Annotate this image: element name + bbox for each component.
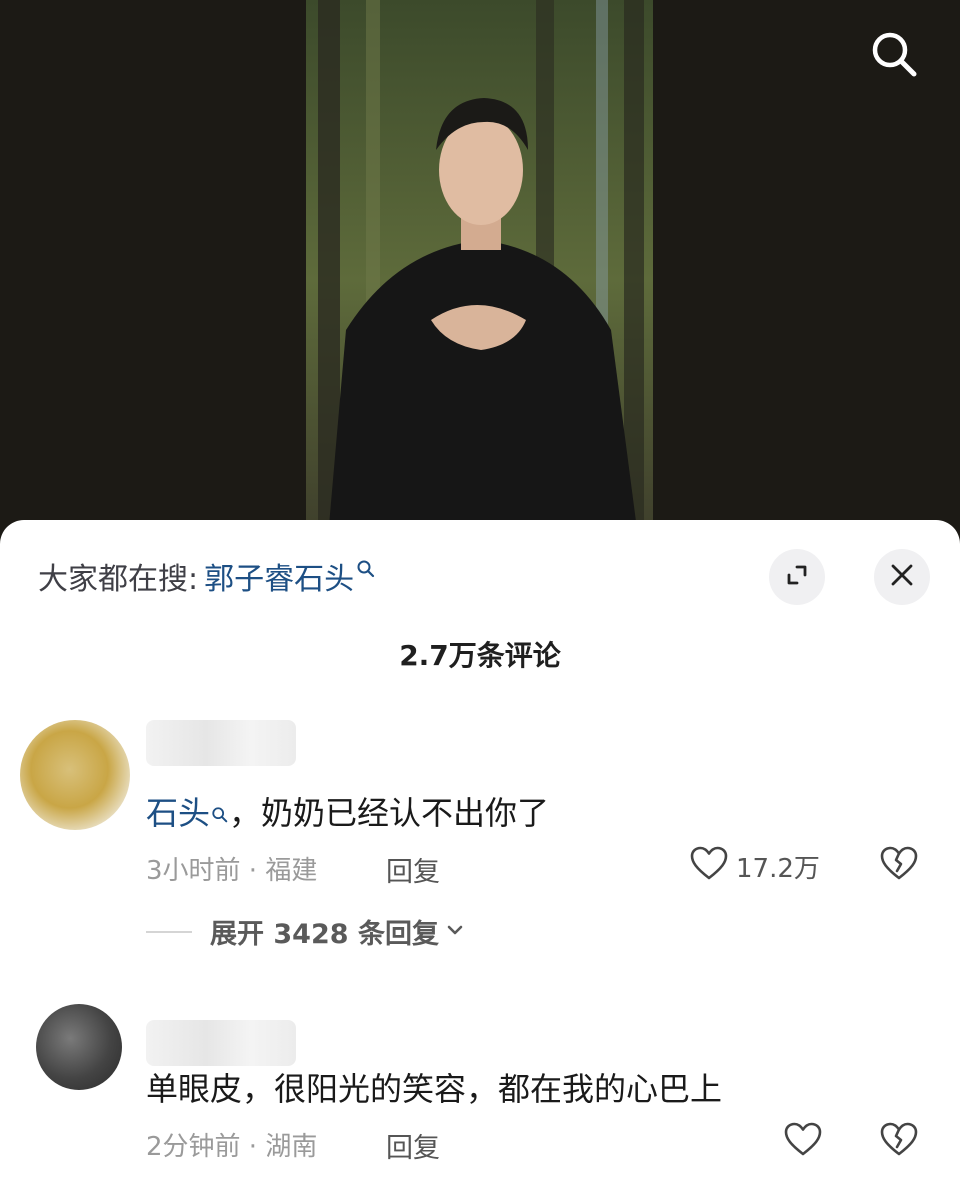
hot-search-bar[interactable]: 大家都在搜: 郭子睿石头 bbox=[38, 554, 376, 598]
expand-replies-label: 展开 3428 条回复 bbox=[210, 919, 439, 950]
username-blurred[interactable] bbox=[146, 720, 296, 766]
reply-button[interactable]: 回复 bbox=[386, 850, 440, 889]
username-blurred[interactable] bbox=[146, 1020, 296, 1066]
comment-count-title: 2.7万条评论 bbox=[399, 639, 561, 672]
comment-meta: 2分钟前 · 湖南 bbox=[146, 1132, 318, 1162]
video-player[interactable] bbox=[0, 0, 960, 560]
broken-heart-icon bbox=[880, 846, 918, 886]
avatar[interactable] bbox=[20, 720, 130, 830]
like-button[interactable] bbox=[784, 1122, 822, 1162]
close-button[interactable] bbox=[874, 549, 930, 605]
comment-mention[interactable]: 石头 bbox=[146, 794, 210, 832]
expand-icon bbox=[783, 561, 811, 593]
divider bbox=[146, 930, 192, 933]
expand-button[interactable] bbox=[769, 549, 825, 605]
dislike-button[interactable] bbox=[880, 846, 918, 886]
comment-meta: 3小时前 · 福建 bbox=[146, 856, 318, 886]
like-button[interactable]: 17.2万 bbox=[690, 846, 820, 886]
comment-item: 单眼皮，很阳光的笑容，都在我的心巴上 2分钟前 · 湖南 回复 bbox=[0, 980, 960, 1199]
dislike-button[interactable] bbox=[880, 1122, 918, 1162]
video-thumbnail bbox=[306, 0, 653, 560]
search-icon bbox=[211, 794, 229, 832]
heart-icon bbox=[784, 1122, 822, 1162]
search-icon bbox=[866, 26, 922, 86]
reply-button[interactable]: 回复 bbox=[386, 1126, 440, 1165]
avatar[interactable] bbox=[36, 1004, 122, 1090]
comment-body: ，奶奶已经认不出你了 bbox=[229, 794, 550, 832]
comment-text[interactable]: 石头 ，奶奶已经认不出你了 bbox=[146, 788, 549, 834]
heart-icon bbox=[690, 846, 728, 886]
search-icon bbox=[356, 552, 376, 587]
comment-text[interactable]: 单眼皮，很阳光的笑容，都在我的心巴上 bbox=[146, 1064, 722, 1110]
broken-heart-icon bbox=[880, 1122, 918, 1162]
like-count: 17.2万 bbox=[736, 853, 820, 884]
chevron-down-icon bbox=[445, 920, 465, 944]
search-button[interactable] bbox=[862, 24, 926, 88]
hot-search-prefix: 大家都在搜: bbox=[38, 562, 199, 597]
comment-item: 石头 ，奶奶已经认不出你了 3小时前 · 福建 回复 17.2万 展开 3428 … bbox=[0, 700, 960, 950]
hot-search-term[interactable]: 郭子睿石头 bbox=[204, 554, 354, 598]
comment-sheet: 大家都在搜: 郭子睿石头 2.7万条评论 石头 ，奶奶已经认不出你了 3小时前 … bbox=[0, 520, 960, 1199]
close-icon bbox=[889, 562, 915, 592]
expand-replies-button[interactable]: 展开 3428 条回复 bbox=[146, 912, 465, 951]
